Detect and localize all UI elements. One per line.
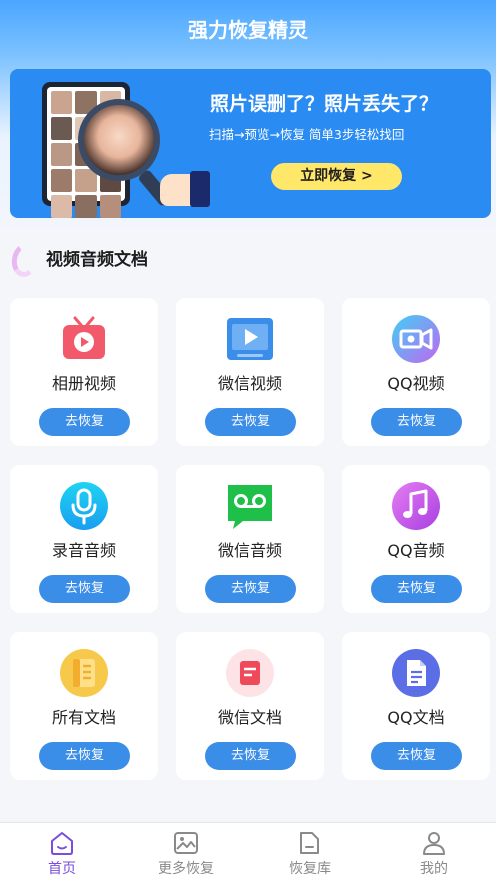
card-label: 微信文档 [217, 708, 282, 727]
tab-label: 首页 [48, 861, 76, 877]
card-album-video[interactable]: 相册视频 去恢复 [10, 298, 158, 446]
recover-button[interactable]: 去恢复 [205, 575, 296, 603]
video-play-icon [225, 314, 275, 364]
tab-label: 更多恢复 [158, 861, 214, 877]
section-title: 视频音频文档 [46, 250, 148, 270]
recover-button[interactable]: 去恢复 [371, 408, 462, 436]
recover-button[interactable]: 去恢复 [205, 408, 296, 436]
home-icon [49, 830, 75, 856]
file-text-icon [391, 648, 441, 698]
tab-label: 恢复库 [289, 861, 331, 877]
card-label: 相册视频 [51, 374, 116, 393]
voicemail-icon [225, 481, 275, 531]
card-label: 所有文档 [51, 708, 116, 727]
recover-now-button[interactable]: 立即恢复 > [271, 163, 402, 190]
card-qq-video[interactable]: QQ视频 去恢复 [342, 298, 490, 446]
card-all-documents[interactable]: 所有文档 去恢复 [10, 632, 158, 780]
magnifier-icon [78, 99, 160, 181]
recover-button[interactable]: 去恢复 [39, 408, 130, 436]
tab-recovery-library[interactable]: 恢复库 [248, 823, 372, 881]
video-camera-icon [391, 314, 441, 364]
document-icon [225, 648, 275, 698]
folder-icon [297, 830, 323, 856]
card-label: QQ音频 [387, 541, 445, 560]
recover-button[interactable]: 去恢复 [371, 742, 462, 770]
card-label: 录音音频 [51, 541, 116, 560]
banner-title: 照片误删了？照片丢失了？ [210, 93, 439, 115]
notebook-icon [59, 648, 109, 698]
tab-home[interactable]: 首页 [0, 823, 124, 881]
microphone-icon [59, 481, 109, 531]
card-recording-audio[interactable]: 录音音频 去恢复 [10, 465, 158, 613]
tab-label: 我的 [420, 861, 448, 877]
card-label: 微信视频 [217, 374, 282, 393]
app-title: 强力恢复精灵 [188, 18, 308, 42]
card-label: QQ文档 [387, 708, 445, 727]
card-wechat-video[interactable]: 微信视频 去恢复 [176, 298, 324, 446]
user-icon [421, 830, 447, 856]
recover-button[interactable]: 去恢复 [39, 742, 130, 770]
card-qq-audio[interactable]: QQ音频 去恢复 [342, 465, 490, 613]
music-note-icon [391, 481, 441, 531]
card-qq-documents[interactable]: QQ文档 去恢复 [342, 632, 490, 780]
tab-more-recovery[interactable]: 更多恢复 [124, 823, 248, 881]
recover-button[interactable]: 去恢复 [205, 742, 296, 770]
sleeve-illustration [190, 171, 210, 207]
image-icon [173, 830, 199, 856]
recover-button[interactable]: 去恢复 [371, 575, 462, 603]
section-arc-icon [9, 241, 41, 279]
banner-subtitle: 扫描→预览→恢复 简单3步轻松找回 [209, 127, 405, 142]
recover-button[interactable]: 去恢复 [39, 575, 130, 603]
bottom-tab-bar: 首页 更多恢复 恢复库 我的 [0, 822, 496, 881]
card-wechat-documents[interactable]: 微信文档 去恢复 [176, 632, 324, 780]
video-tv-icon [59, 314, 109, 364]
card-wechat-audio[interactable]: 微信音频 去恢复 [176, 465, 324, 613]
tab-mine[interactable]: 我的 [372, 823, 496, 881]
recovery-banner[interactable]: 照片误删了？照片丢失了？ 扫描→预览→恢复 简单3步轻松找回 立即恢复 > [10, 69, 491, 218]
card-label: 微信音频 [217, 541, 282, 560]
section-header: 视频音频文档 [9, 241, 312, 279]
card-label: QQ视频 [387, 374, 445, 393]
